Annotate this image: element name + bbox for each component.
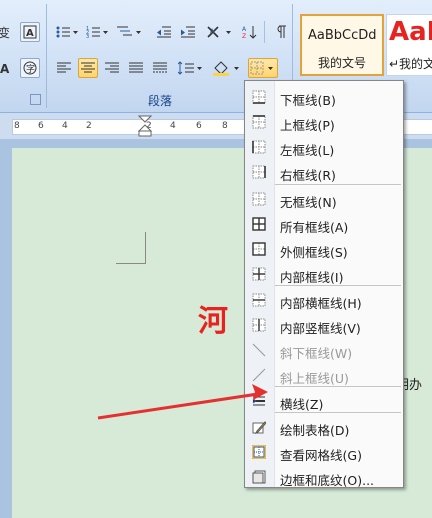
annotation-arrow [97,384,268,420]
